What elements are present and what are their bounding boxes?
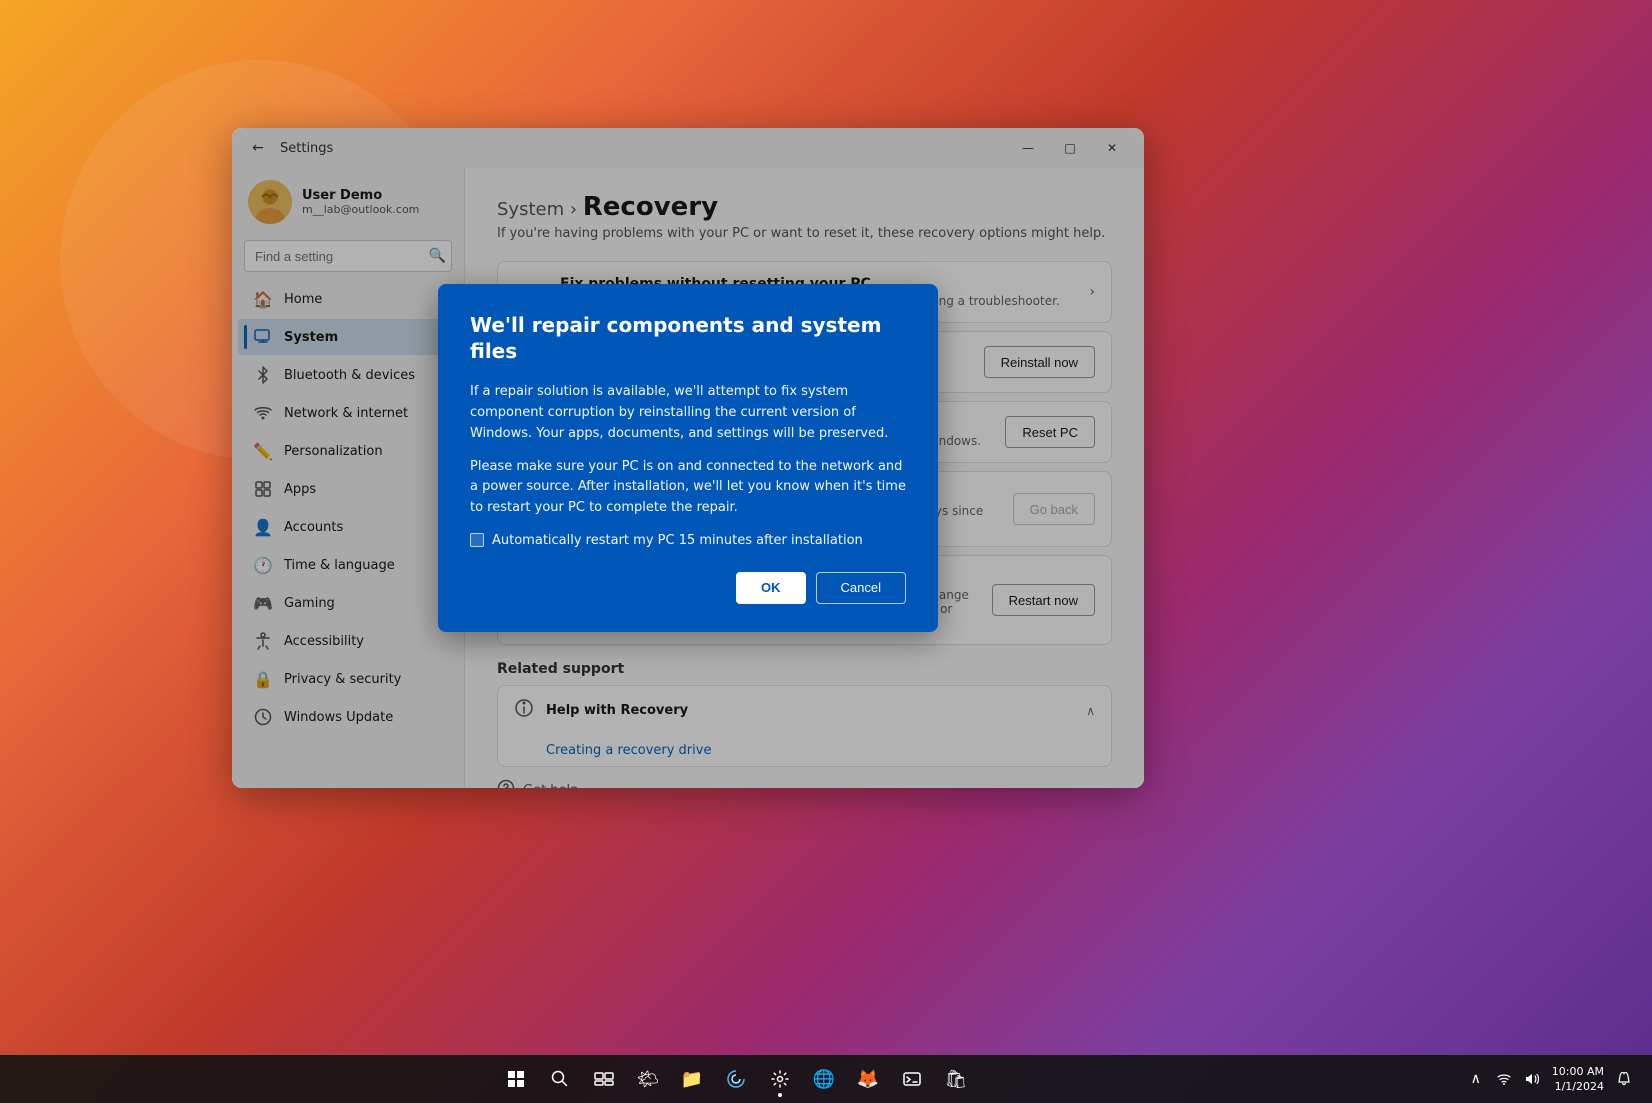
tray-notifications[interactable]	[1612, 1059, 1636, 1099]
taskbar-chrome[interactable]: 🌐	[804, 1059, 844, 1099]
modal-body: If a repair solution is available, we'll…	[470, 382, 906, 519]
modal-title: We'll repair components and system files	[470, 312, 906, 364]
taskbar-start[interactable]	[496, 1059, 536, 1099]
taskbar-edge[interactable]	[716, 1059, 756, 1099]
taskbar-taskview[interactable]	[584, 1059, 624, 1099]
modal-footer: OK Cancel	[470, 572, 906, 604]
taskbar-terminal[interactable]	[892, 1059, 932, 1099]
taskbar-explorer[interactable]: 📁	[672, 1059, 712, 1099]
taskbar-center: 🌤 📁 🌐 🦊 🛍	[496, 1059, 976, 1099]
clock-date: 1/1/2024	[1552, 1079, 1604, 1094]
taskbar-store[interactable]: 🛍	[936, 1059, 976, 1099]
tray-volume[interactable]	[1520, 1059, 1544, 1099]
modal-ok-button[interactable]: OK	[736, 572, 806, 604]
taskbar-firefox[interactable]: 🦊	[848, 1059, 888, 1099]
taskbar-search[interactable]	[540, 1059, 580, 1099]
modal-body-2: Please make sure your PC is on and conne…	[470, 457, 906, 519]
auto-restart-label[interactable]: Automatically restart my PC 15 minutes a…	[492, 533, 863, 548]
tray-wifi[interactable]	[1492, 1059, 1516, 1099]
modal-dialog: We'll repair components and system files…	[438, 284, 938, 632]
clock-time: 10:00 AM	[1552, 1064, 1604, 1079]
settings-window: ← Settings — □ ✕	[232, 128, 1144, 788]
modal-cancel-button[interactable]: Cancel	[816, 572, 906, 604]
taskbar-widgets[interactable]: 🌤	[628, 1059, 668, 1099]
auto-restart-checkbox[interactable]	[470, 533, 484, 547]
modal-body-1: If a repair solution is available, we'll…	[470, 382, 906, 444]
tray-hidden-icons[interactable]: ∧	[1464, 1059, 1488, 1099]
modal-checkbox-row: Automatically restart my PC 15 minutes a…	[470, 533, 906, 548]
clock[interactable]: 10:00 AM 1/1/2024	[1548, 1064, 1608, 1095]
modal-overlay: We'll repair components and system files…	[232, 128, 1144, 788]
taskbar: 🌤 📁 🌐 🦊 🛍 ∧	[0, 1055, 1652, 1103]
system-tray: ∧ 10:00 AM 1/1/2024	[1464, 1059, 1644, 1099]
taskbar-settings[interactable]	[760, 1059, 800, 1099]
